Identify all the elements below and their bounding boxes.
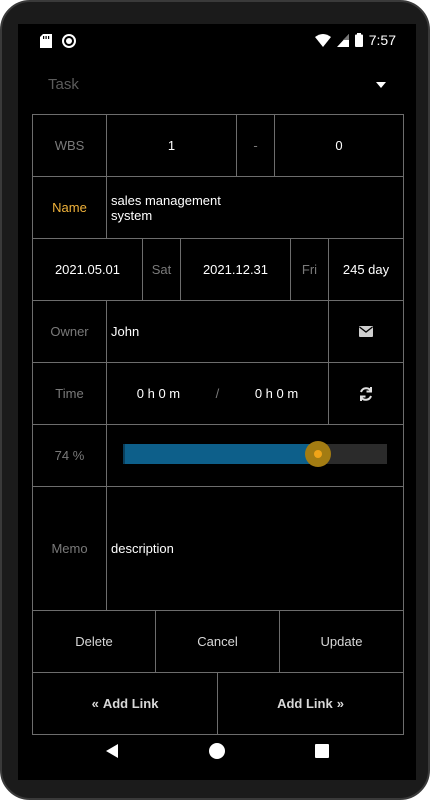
time-label: Time — [33, 363, 107, 424]
owner-row: Owner John — [33, 301, 404, 363]
progress-row: 74 % — [33, 425, 404, 487]
refresh-button[interactable] — [329, 363, 404, 424]
owner-field[interactable]: John — [107, 301, 329, 362]
double-chevron-left-icon: « — [91, 696, 99, 711]
time-row: Time 0 h 0 m / 0 h 0 m — [33, 363, 404, 425]
memo-label: Memo — [33, 487, 107, 610]
wbs-minor-field[interactable]: 0 — [275, 115, 404, 176]
end-date-field[interactable]: 2021.12.31 — [181, 239, 291, 300]
start-day-label: Sat — [143, 239, 181, 300]
dates-row: 2021.05.01 Sat 2021.12.31 Fri 245 day — [33, 239, 404, 301]
add-link-next-label: Add Link — [277, 696, 333, 711]
time-planned-field[interactable]: 0 h 0 m — [255, 386, 298, 401]
time-separator: / — [215, 386, 220, 401]
navigation-bar — [18, 730, 416, 780]
dropdown-arrow-icon[interactable] — [374, 80, 388, 90]
name-row: Name sales management system — [33, 177, 404, 239]
refresh-icon — [360, 386, 372, 401]
mail-button[interactable] — [329, 301, 404, 362]
actions-row: Delete Cancel Update — [33, 611, 404, 673]
battery-icon — [354, 33, 363, 47]
wbs-separator: - — [237, 115, 275, 176]
device-frame: 7:57 Task WBS 1 - 0 Name sales managemen… — [0, 0, 430, 800]
record-icon — [62, 34, 76, 48]
sd-card-icon — [40, 34, 52, 48]
duration-value: 245 day — [329, 239, 404, 300]
add-link-prev-label: Add Link — [102, 696, 159, 711]
add-link-prev-button[interactable]: « Add Link — [33, 673, 218, 734]
name-value-line2: system — [111, 207, 153, 223]
wbs-label: WBS — [33, 115, 107, 176]
status-time: 7:57 — [368, 32, 396, 48]
status-left-icons — [40, 34, 76, 48]
status-right-icons: 7:57 — [314, 32, 396, 48]
memo-row: Memo description — [33, 487, 404, 611]
owner-label: Owner — [33, 301, 107, 362]
update-button[interactable]: Update — [280, 611, 404, 672]
memo-field[interactable]: description — [107, 487, 404, 610]
mail-icon — [359, 326, 373, 337]
progress-label: 74 % — [33, 425, 107, 486]
link-row: « Add Link Add Link » — [33, 673, 404, 735]
recent-apps-icon[interactable] — [315, 744, 329, 758]
task-selector[interactable]: Task — [48, 76, 388, 106]
app-screen: 7:57 Task WBS 1 - 0 Name sales managemen… — [18, 24, 416, 780]
start-date-field[interactable]: 2021.05.01 — [33, 239, 143, 300]
delete-button[interactable]: Delete — [33, 611, 156, 672]
progress-slider-thumb[interactable] — [305, 441, 331, 467]
home-icon[interactable] — [209, 743, 225, 759]
name-field[interactable]: sales management system — [107, 177, 404, 238]
double-chevron-right-icon: » — [336, 696, 344, 711]
end-day-label: Fri — [291, 239, 329, 300]
progress-slider[interactable] — [123, 444, 387, 464]
name-label: Name — [33, 177, 107, 238]
name-value-line1: sales management — [111, 192, 221, 208]
progress-fill — [123, 444, 318, 464]
time-spent-field[interactable]: 0 h 0 m — [137, 386, 180, 401]
time-fields: 0 h 0 m / 0 h 0 m — [107, 363, 329, 424]
wbs-row: WBS 1 - 0 — [33, 115, 404, 177]
wbs-major-field[interactable]: 1 — [107, 115, 237, 176]
wifi-icon — [314, 33, 331, 47]
task-form-grid: WBS 1 - 0 Name sales management system 2… — [32, 114, 404, 735]
back-icon[interactable] — [106, 744, 118, 758]
status-bar: 7:57 — [18, 24, 416, 60]
signal-icon — [336, 33, 349, 47]
add-link-next-button[interactable]: Add Link » — [218, 673, 404, 734]
task-title: Task — [48, 76, 79, 93]
cancel-button[interactable]: Cancel — [156, 611, 280, 672]
